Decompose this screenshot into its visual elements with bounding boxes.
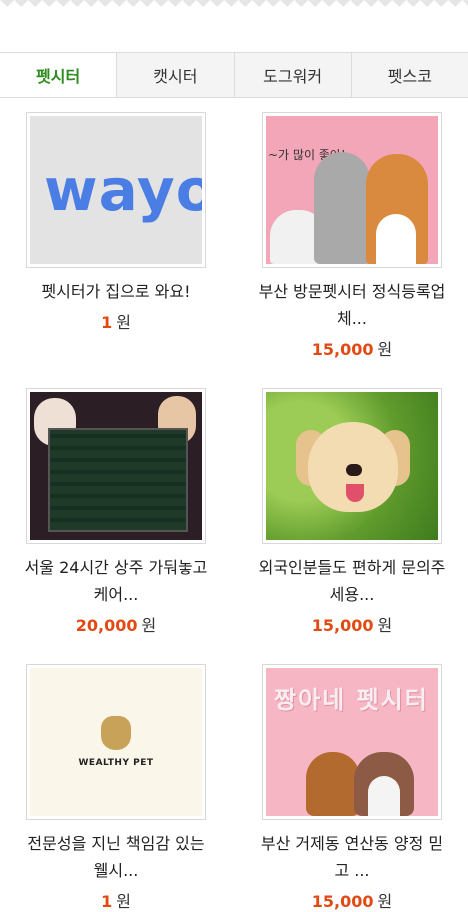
price-value: 15,000 [311, 892, 374, 911]
listing-card[interactable]: WEALTHY PET 전문성을 지닌 책임감 있는 웰시... 1원 [16, 664, 216, 912]
dog-nose [346, 464, 362, 476]
corgi-logo-icon [101, 716, 131, 750]
corgi-shape [366, 154, 428, 264]
price-unit: 원 [141, 616, 157, 635]
category-tabs: 펫시터 캣시터 도그워커 펫스코 [0, 52, 468, 98]
tab-petsitter[interactable]: 펫시터 [0, 53, 118, 97]
listing-price: 20,000 원 [16, 612, 216, 636]
listing-card[interactable]: 외국인분들도 편하게 문의주세용... 15,000 원 [252, 388, 452, 636]
schedule-board-photo [30, 392, 202, 540]
listing-title[interactable]: 전문성을 지닌 책임감 있는 웰시... [16, 830, 216, 884]
top-zigzag-border [0, 0, 468, 14]
wealthy-pet-logo-text: WEALTHY PET [78, 758, 154, 768]
pets-photo: ~가 많이 좋아! [266, 116, 438, 264]
poodle-shape [314, 152, 370, 264]
listing-title[interactable]: 펫시터가 집으로 와요! [16, 278, 216, 305]
listing-price: 1원 [16, 888, 216, 912]
listing-title[interactable]: 부산 거제동 연산동 양정 믿고 ... [252, 830, 452, 884]
listing-thumbnail[interactable]: ~가 많이 좋아! [262, 112, 442, 268]
price-unit: 원 [116, 892, 131, 911]
listing-price: 1원 [16, 309, 216, 333]
listing-price: 15,000 원 [252, 888, 452, 912]
wayo-logo-text: wayo [44, 156, 202, 224]
listing-price: 15,000 원 [252, 612, 452, 636]
listing-card[interactable]: ~가 많이 좋아! 부산 방문펫시터 정식등록업체... 15,000 원 [252, 112, 452, 360]
petsitter-banner-image: 짱아네 펫시터 [266, 668, 438, 816]
wealthy-pet-logo-image: WEALTHY PET [30, 668, 202, 816]
price-unit: 원 [116, 313, 131, 332]
price-value: 15,000 [311, 616, 374, 635]
listing-card[interactable]: wayo 펫시터가 집으로 와요! 1원 [16, 112, 216, 333]
listing-thumbnail[interactable]: 짱아네 펫시터 [262, 664, 442, 820]
listing-card[interactable]: 짱아네 펫시터 부산 거제동 연산동 양정 믿고 ... 15,000 원 [252, 664, 452, 912]
price-value: 20,000 [75, 616, 138, 635]
tab-petsco[interactable]: 펫스코 [352, 53, 468, 97]
listing-card[interactable]: 서울 24시간 상주 가둬놓고 케어... 20,000 원 [16, 388, 216, 636]
listing-thumbnail[interactable] [26, 388, 206, 544]
listing-title[interactable]: 부산 방문펫시터 정식등록업체... [252, 278, 452, 332]
price-unit: 원 [377, 892, 393, 911]
listing-thumbnail[interactable] [262, 388, 442, 544]
labrador-puppy-photo [266, 392, 438, 540]
listing-title[interactable]: 외국인분들도 편하게 문의주세용... [252, 554, 452, 608]
price-value: 1 [101, 892, 113, 911]
wayo-logo-image: wayo [30, 116, 202, 264]
price-unit: 원 [377, 616, 393, 635]
tab-catsitter[interactable]: 캣시터 [117, 53, 235, 97]
listing-price: 15,000 원 [252, 336, 452, 360]
listing-title[interactable]: 서울 24시간 상주 가둬놓고 케어... [16, 554, 216, 608]
listing-thumbnail[interactable]: WEALTHY PET [26, 664, 206, 820]
tab-dogwalker[interactable]: 도그워커 [235, 53, 352, 97]
shihtzu-illustration [354, 752, 414, 816]
listing-thumbnail[interactable]: wayo [26, 112, 206, 268]
banner-title: 짱아네 펫시터 [274, 686, 429, 714]
board-screen [48, 428, 188, 532]
price-value: 15,000 [311, 340, 374, 359]
spaniel-illustration [306, 752, 360, 816]
price-value: 1 [101, 313, 113, 332]
price-unit: 원 [377, 340, 393, 359]
dog-tongue [346, 484, 364, 502]
